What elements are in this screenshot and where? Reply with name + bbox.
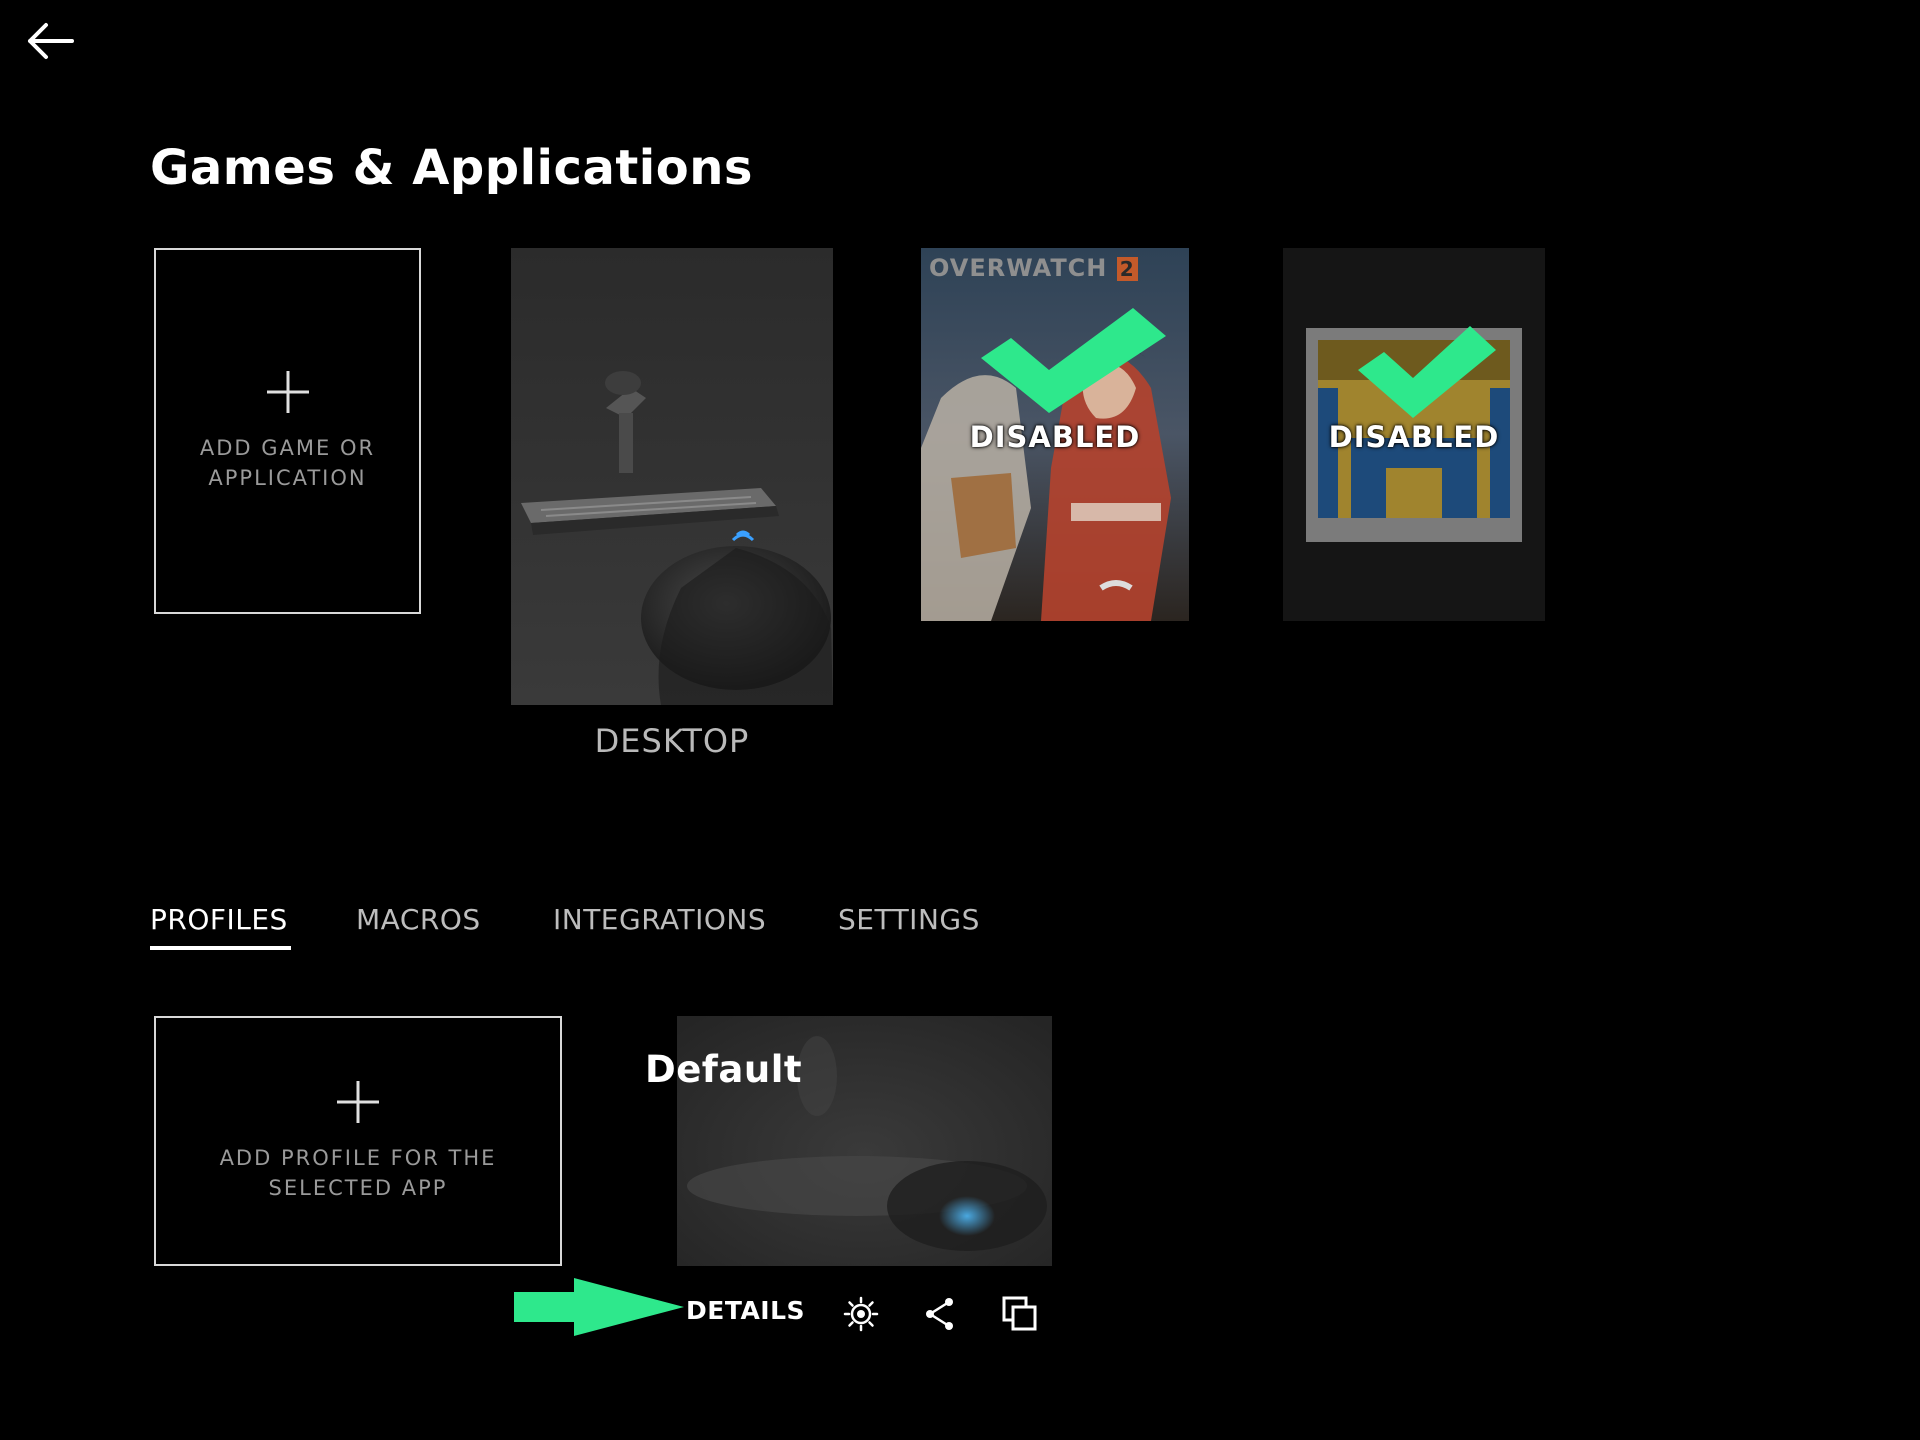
checkmark-icon — [1358, 326, 1496, 418]
lighting-icon[interactable] — [843, 1296, 879, 1332]
duplicate-icon[interactable] — [1001, 1295, 1039, 1333]
share-icon[interactable] — [923, 1296, 957, 1332]
details-button[interactable]: DETAILS — [686, 1296, 805, 1325]
app-status-disabled: DISABLED — [1328, 420, 1500, 454]
app-card-unknown[interactable]: DISABLED — [1283, 248, 1545, 621]
app-label-desktop: DESKTOP — [594, 722, 750, 760]
arrow-right-icon — [514, 1278, 684, 1336]
app-card-overwatch[interactable]: OVERWATCH 2 DISABLED — [921, 248, 1189, 621]
add-profile-button[interactable]: ADD PROFILE FOR THE SELECTED APP — [154, 1016, 562, 1266]
add-profile-label: ADD PROFILE FOR THE SELECTED APP — [220, 1143, 497, 1203]
add-game-label-line2: APPLICATION — [208, 466, 367, 490]
add-profile-label-line1: ADD PROFILE FOR THE — [219, 1146, 497, 1170]
desktop-image — [511, 248, 833, 705]
overwatch-logo-number: 2 — [1116, 257, 1138, 281]
back-button[interactable] — [22, 18, 78, 64]
profile-name: Default — [645, 1048, 803, 1091]
overwatch-logo-text: OVERWATCH — [929, 254, 1108, 282]
add-profile-label-line2: SELECTED APP — [268, 1176, 448, 1200]
plus-icon — [337, 1081, 379, 1123]
ghub-games-applications-page: Games & Applications ADD GAME OR APPLICA… — [0, 0, 1920, 1440]
plus-icon — [266, 371, 309, 413]
add-game-label-line1: ADD GAME OR — [199, 436, 376, 460]
tab-active-indicator — [150, 946, 291, 950]
tab-profiles[interactable]: PROFILES — [150, 903, 288, 936]
overwatch-logo: OVERWATCH 2 — [929, 254, 1138, 282]
app-status-disabled: DISABLED — [969, 420, 1141, 454]
checkmark-icon — [981, 308, 1166, 413]
arrow-left-icon — [28, 23, 74, 59]
page-title: Games & Applications — [150, 140, 753, 196]
tab-macros[interactable]: MACROS — [356, 903, 481, 936]
tab-settings[interactable]: SETTINGS — [838, 903, 980, 936]
app-card-desktop[interactable] — [511, 248, 833, 705]
tab-integrations[interactable]: INTEGRATIONS — [553, 903, 766, 936]
add-game-button[interactable]: ADD GAME OR APPLICATION — [154, 248, 421, 614]
add-game-label: ADD GAME OR APPLICATION — [200, 433, 375, 493]
